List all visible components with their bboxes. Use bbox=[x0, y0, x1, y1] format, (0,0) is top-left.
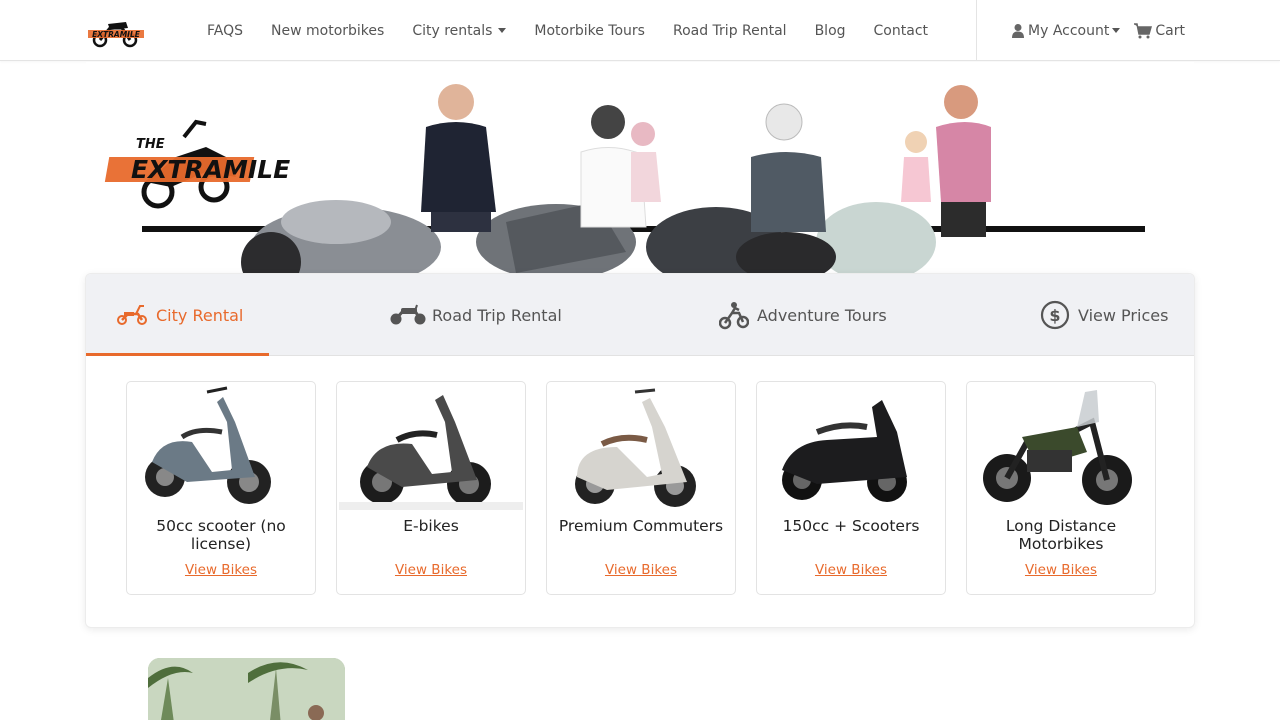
bike-card-title: 50cc scooter (no license) bbox=[156, 517, 286, 553]
palm-trees-image bbox=[148, 658, 345, 720]
my-account-menu[interactable]: My Account bbox=[1011, 22, 1121, 39]
dirt-bike-icon bbox=[719, 300, 749, 330]
cart-link[interactable]: Cart bbox=[1134, 23, 1185, 39]
cart-icon bbox=[1134, 22, 1153, 38]
adventure-motorbike-image bbox=[983, 390, 1132, 505]
view-bikes-link[interactable]: View Bikes bbox=[757, 562, 945, 578]
active-tab-indicator bbox=[86, 353, 269, 356]
bike-card-title: E-bikes bbox=[403, 517, 459, 535]
premium-commuter-image bbox=[575, 388, 696, 507]
bike-card-50cc[interactable]: 50cc scooter (no license) View Bikes bbox=[126, 381, 316, 595]
extramile-logo[interactable]: EXTRAMILE bbox=[86, 10, 146, 50]
view-bikes-link[interactable]: View Bikes bbox=[337, 562, 525, 578]
nav-motorbike-tours[interactable]: Motorbike Tours bbox=[520, 23, 659, 39]
view-bikes-link[interactable]: View Bikes bbox=[547, 562, 735, 578]
scooter-50cc-image bbox=[145, 386, 271, 504]
bike-card-premium-commuters[interactable]: Premium Commuters View Bikes bbox=[546, 381, 736, 595]
bike-card-title: Premium Commuters bbox=[558, 517, 724, 535]
my-account-label: My Account bbox=[1028, 22, 1110, 39]
bike-category-list: 50cc scooter (no license) View Bikes E-b… bbox=[126, 381, 1156, 595]
svg-text:EXTRAMILE: EXTRAMILE bbox=[131, 155, 290, 184]
top-navbar: EXTRAMILE FAQS New motorbikes City renta… bbox=[0, 0, 1280, 61]
view-bikes-link[interactable]: View Bikes bbox=[127, 562, 315, 578]
chevron-down-icon bbox=[498, 28, 507, 33]
tab-city-rental[interactable]: City Rental bbox=[116, 274, 243, 356]
hero-riders-image: THE EXTRAMILE bbox=[104, 84, 1145, 273]
ebike-image bbox=[339, 395, 523, 510]
tab-view-prices-label: View Prices bbox=[1078, 305, 1169, 325]
scooter-icon bbox=[116, 304, 148, 326]
nav-road-trip-rental[interactable]: Road Trip Rental bbox=[659, 23, 801, 39]
svg-text:EXTRAMILE: EXTRAMILE bbox=[92, 30, 141, 39]
svg-text:THE: THE bbox=[136, 137, 165, 152]
tab-road-trip-rental[interactable]: Road Trip Rental bbox=[389, 274, 562, 356]
tab-city-rental-label: City Rental bbox=[156, 305, 244, 325]
bike-card-long-distance[interactable]: Long Distance Motorbikes View Bikes bbox=[966, 381, 1156, 595]
nav-city-rentals[interactable]: City rentals bbox=[398, 23, 520, 39]
dollar-icon: $ bbox=[1040, 300, 1070, 330]
featured-photo[interactable] bbox=[148, 658, 345, 720]
tab-bar: City Rental Road Trip Rental Adventure T… bbox=[86, 274, 1194, 356]
nav-city-rentals-label: City rentals bbox=[412, 22, 493, 39]
nav-blog[interactable]: Blog bbox=[801, 23, 860, 39]
nav-faqs[interactable]: FAQS bbox=[193, 23, 257, 39]
tab-adventure-label: Adventure Tours bbox=[757, 305, 887, 325]
rental-tabs-panel: City Rental Road Trip Rental Adventure T… bbox=[85, 273, 1195, 628]
bike-card-title: 150cc + Scooters bbox=[782, 517, 920, 535]
tab-road-trip-label: Road Trip Rental bbox=[432, 305, 562, 325]
bike-card-ebikes[interactable]: E-bikes View Bikes bbox=[336, 381, 526, 595]
tab-view-prices[interactable]: $ View Prices bbox=[1040, 274, 1168, 356]
nav-divider bbox=[976, 0, 977, 61]
nav-new-motorbikes[interactable]: New motorbikes bbox=[257, 23, 398, 39]
bike-card-150cc-scooters[interactable]: 150cc + Scooters View Bikes bbox=[756, 381, 946, 595]
bike-card-title: Long Distance Motorbikes bbox=[1005, 517, 1117, 553]
motorbike-icon bbox=[389, 304, 427, 326]
chevron-down-icon bbox=[1112, 28, 1121, 33]
user-icon bbox=[1012, 24, 1024, 38]
hero-logo: THE EXTRAMILE bbox=[104, 119, 290, 209]
cart-label: Cart bbox=[1155, 22, 1185, 39]
nav-contact[interactable]: Contact bbox=[860, 23, 942, 39]
hero-banner: THE EXTRAMILE bbox=[86, 62, 1194, 273]
svg-text:$: $ bbox=[1049, 306, 1060, 325]
view-bikes-link[interactable]: View Bikes bbox=[967, 562, 1155, 578]
scooter-150cc-image bbox=[782, 400, 907, 502]
tab-adventure-tours[interactable]: Adventure Tours bbox=[719, 274, 887, 356]
